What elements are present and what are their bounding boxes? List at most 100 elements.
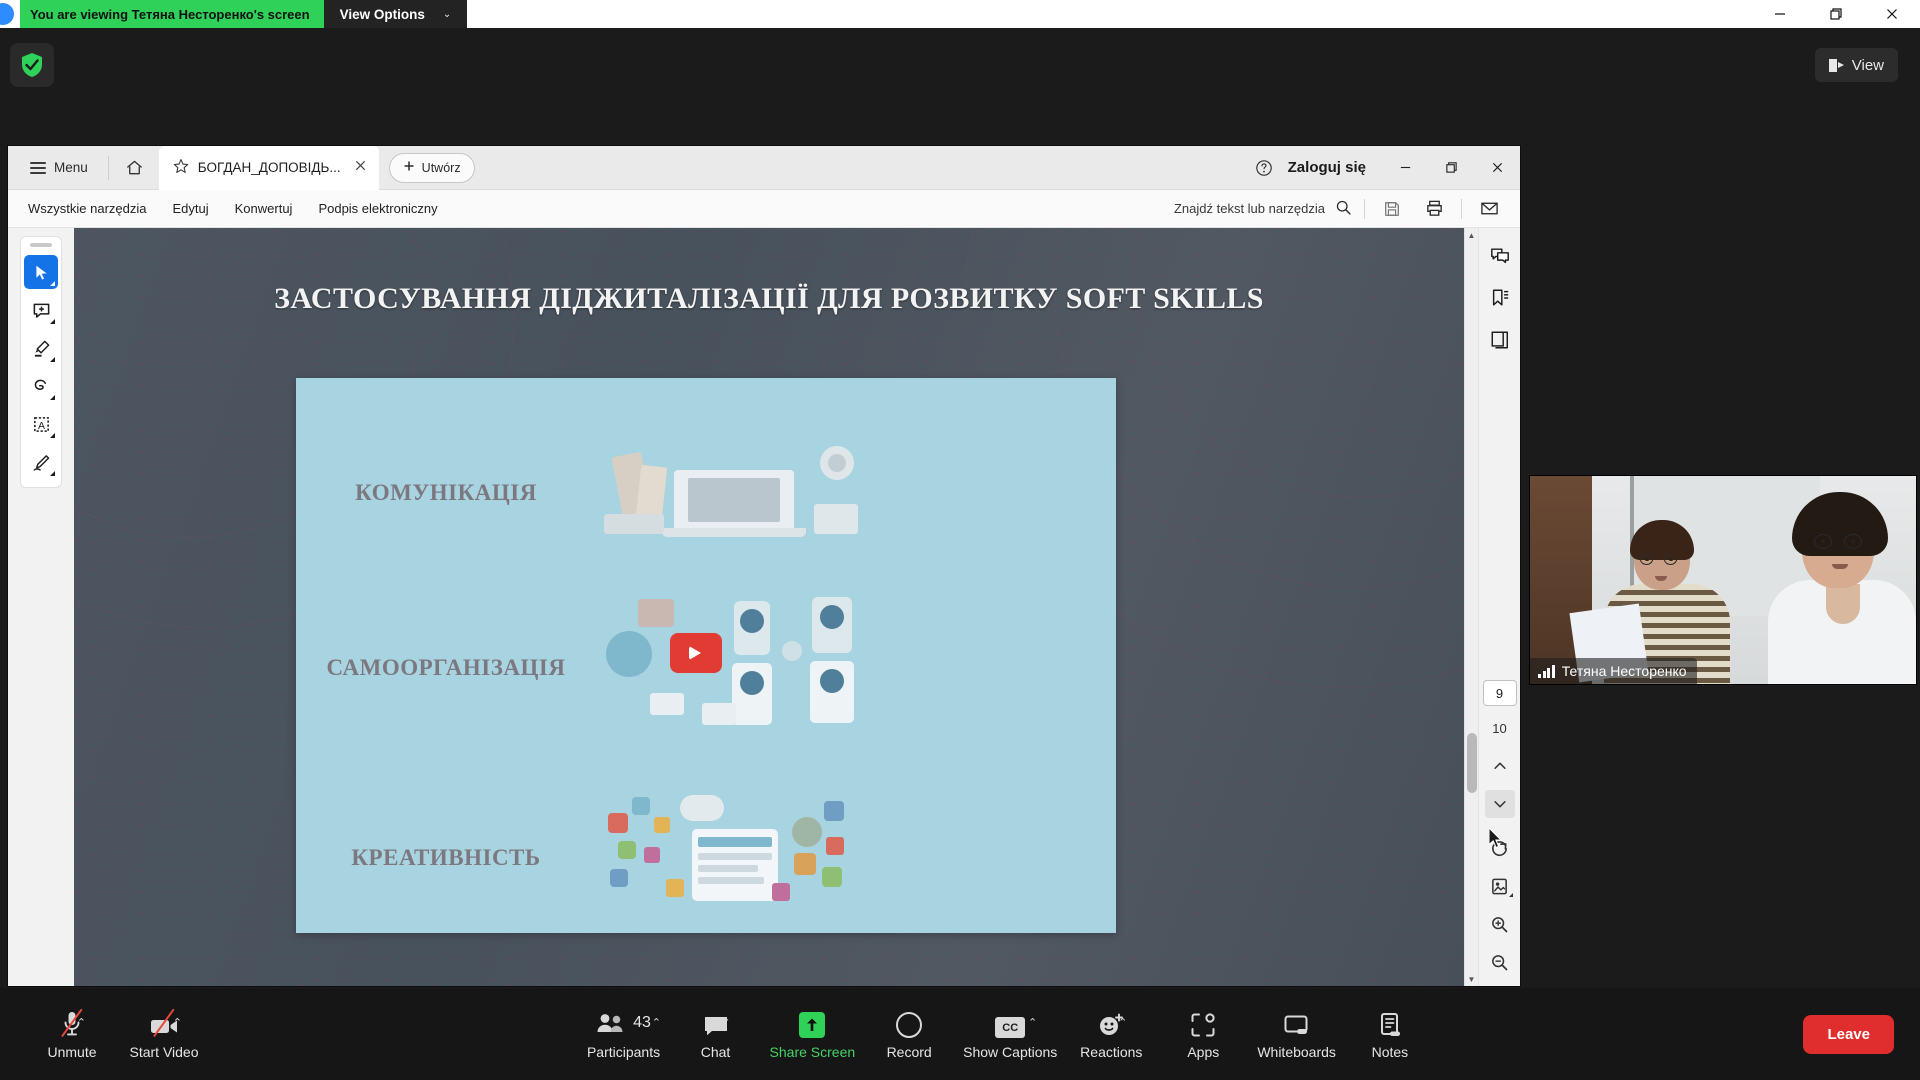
whiteboards-button[interactable]: Whiteboards [1249,998,1344,1070]
print-icon[interactable] [1419,199,1449,218]
signal-bars-icon [1538,664,1555,678]
save-icon[interactable] [1377,200,1407,218]
search-icon[interactable] [1335,199,1352,219]
pdf-page-viewport[interactable]: ЗАСТОСУВАННЯ ДІДЖИТАЛІЗАЦІЇ ДЛЯ РОЗВИТКУ… [74,228,1464,986]
next-page-button[interactable] [1484,790,1515,818]
record-label: Record [886,1044,932,1060]
unmute-label: Unmute [47,1044,97,1060]
participant-name-badge: Тетяна Несторенко [1530,658,1697,684]
find-tools-search[interactable]: Znajdź tekst lub narzędzia [1174,199,1352,219]
notes-label: Notes [1371,1044,1409,1060]
notes-button[interactable]: Notes [1344,998,1436,1070]
view-layout-button[interactable]: View [1814,48,1898,82]
video-feed [1530,476,1916,684]
close-icon[interactable] [354,159,367,176]
audio-options-chevron-icon[interactable]: ⌃ [77,1016,86,1029]
chat-label: Chat [700,1044,731,1060]
tool-options-corner-icon [1508,893,1513,897]
zoom-in-icon[interactable] [1485,910,1515,938]
tool-options-corner-icon [50,357,55,362]
apps-button[interactable]: Apps [1157,998,1249,1070]
text-select-tool[interactable]: A [24,407,58,441]
scroll-down-icon[interactable]: ▼ [1465,972,1479,986]
view-options-button[interactable]: View Options ⌄ [323,0,468,28]
view-options-label: View Options [339,6,425,22]
pdf-scrollbar[interactable]: ▲ ▼ [1464,228,1478,986]
restore-icon[interactable] [1428,146,1474,190]
minimize-icon[interactable] [1382,146,1428,190]
draw-tool[interactable] [24,369,58,403]
sign-tool[interactable] [24,445,58,479]
minimize-icon[interactable] [1752,0,1808,28]
toolbar-left-group: ⌃ Unmute ⌃ Start Video [0,998,210,1070]
unmute-button[interactable]: ⌃ Unmute [26,998,118,1070]
mail-icon[interactable] [1474,199,1504,218]
show-captions-button[interactable]: CC ⌃ Show Captions [955,998,1065,1070]
bookmarks-icon[interactable] [1484,282,1516,314]
plus-icon [403,160,415,175]
security-shield-icon[interactable] [10,43,54,87]
restore-icon[interactable] [1808,0,1864,28]
video-options-chevron-icon[interactable]: ⌃ [173,1016,182,1029]
home-icon[interactable] [117,152,153,184]
notes-icon [1378,1008,1402,1038]
comments-icon[interactable] [1484,240,1516,272]
skill-label-selforganization: САМООРГАНІЗАЦІЯ [326,655,566,680]
record-button[interactable]: Record [863,998,955,1070]
desk-workspace-illustration [596,418,1116,568]
participant-video-thumbnail[interactable]: Тетяна Несторенко [1530,476,1916,684]
tool-options-corner-icon [50,319,55,324]
create-button[interactable]: Utwórz [388,152,475,183]
toolbar-right-group: Leave [1803,1014,1920,1054]
share-screen-label: Share Screen [769,1044,856,1060]
sign-in-button[interactable]: Zaloguj się [1282,159,1382,176]
chat-button[interactable]: ⌃ Chat [670,998,762,1070]
share-screen-button[interactable]: Share Screen [762,998,864,1070]
skill-row: КОМУНІКАЦІЯ [296,418,1116,568]
leave-button[interactable]: Leave [1803,1014,1894,1054]
find-placeholder: Znajdź tekst lub narzędzia [1173,201,1325,216]
menu-item-all-tools[interactable]: Wszystkie narzędzia [28,201,146,216]
scrollbar-thumb[interactable] [1467,733,1477,793]
zoom-out-icon[interactable] [1485,948,1515,976]
menu-item-esign[interactable]: Podpis elektroniczny [318,201,437,216]
chat-chevron-icon[interactable]: ⌃ [721,1016,730,1029]
star-icon[interactable] [173,158,189,177]
menu-item-convert[interactable]: Konwertuj [235,201,293,216]
menubar-right-group: Znajdź tekst lub narzędzia [1174,198,1520,219]
rotate-icon[interactable] [1485,834,1515,862]
acrobat-menu-button[interactable]: Menu [18,152,100,184]
reactions-chevron-icon[interactable]: ⌃ [1118,1016,1127,1029]
close-icon[interactable] [1864,0,1920,28]
help-circle-icon[interactable] [1246,159,1282,177]
close-icon[interactable] [1474,146,1520,190]
previous-page-button[interactable] [1485,752,1515,780]
fit-page-icon[interactable] [1485,872,1515,900]
record-icon [896,1008,923,1038]
start-video-button[interactable]: ⌃ Start Video [118,998,210,1070]
highlight-tool[interactable] [24,331,58,365]
microphone-muted-icon: ⌃ [60,1008,86,1038]
select-cursor-tool[interactable] [24,255,58,289]
toolbar-center-group: 43 ⌃ Participants ⌃ Chat Share Screen Re… [578,998,1436,1070]
participants-chevron-icon[interactable]: ⌃ [652,1016,661,1029]
annotation-toolbar: A [8,228,74,986]
captions-chevron-icon[interactable]: ⌃ [1028,1016,1037,1029]
layout-view-icon [1828,58,1844,72]
video-off-icon: ⌃ [148,1008,182,1038]
page-number-input[interactable]: 9 [1482,680,1517,706]
skill-label-creativity: КРЕАТИВНІСТЬ [351,845,541,870]
document-tab[interactable]: БОГДАН_ДОПОВІДЬ... [158,145,379,190]
skill-label-communication: КОМУНІКАЦІЯ [355,480,537,505]
apps-icon [1190,1008,1216,1038]
add-comment-tool[interactable] [24,293,58,327]
scroll-up-icon[interactable]: ▲ [1465,228,1479,242]
acrobat-main-area: A ЗАСТОСУВАННЯ ДІДЖИТАЛІЗАЦІЇ ДЛЯ РОЗВИТ… [8,228,1520,986]
meeting-controls-toolbar: ⌃ Unmute ⌃ Start Video 43 ⌃ Participants… [0,988,1920,1080]
drag-handle-icon[interactable] [30,243,52,247]
reactions-button[interactable]: ⌃ Reactions [1065,998,1157,1070]
pages-icon[interactable] [1484,324,1516,356]
zoom-meeting-window: You are viewing Тетяна Несторенко's scre… [0,0,1920,1080]
menu-item-edit[interactable]: Edytuj [172,201,208,216]
participants-button[interactable]: 43 ⌃ Participants [578,998,670,1070]
